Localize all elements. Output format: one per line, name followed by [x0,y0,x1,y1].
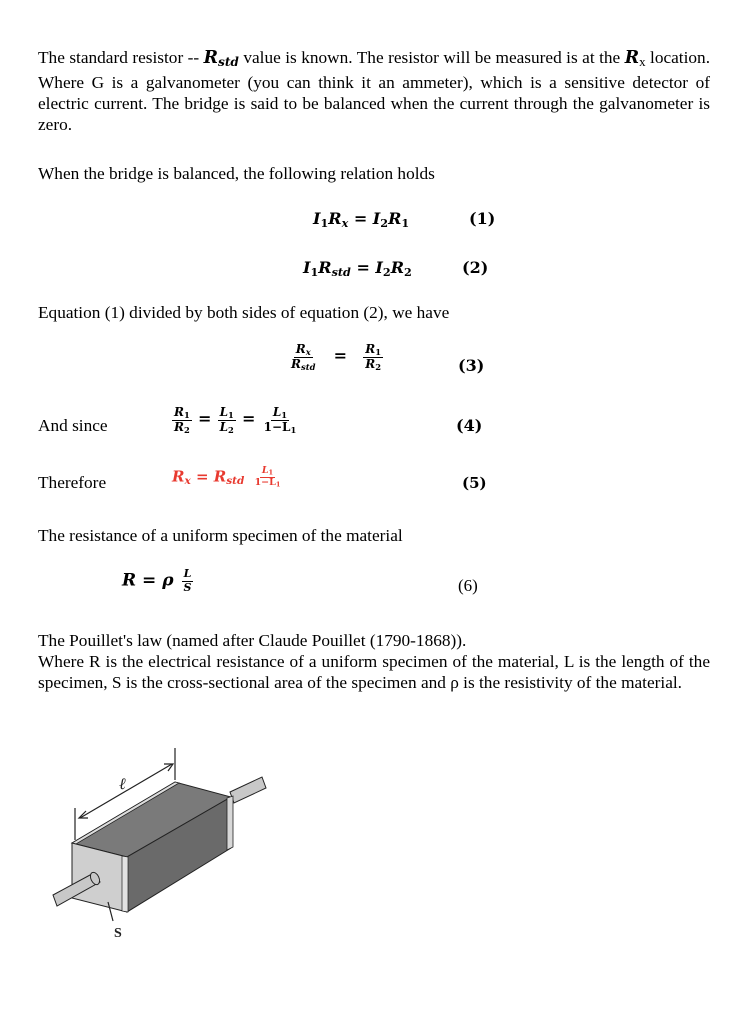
equation-6: R = ρ LS [122,567,194,594]
therefore-label: Therefore [38,473,107,492]
equation-5: Rx = Rstd L1 1−L1 [172,465,281,489]
and-since-label: And since [38,416,108,435]
fraction-r1-over-r2: R1 R2 [363,342,384,372]
length-label: ℓ [119,774,126,793]
fraction-rx-over-rstd: Rx Rstd [291,342,316,372]
equation-3: Rx Rstd = R1 R2 [291,342,384,372]
intro-text-1: The standard resistor -- [38,48,204,67]
division-text: Equation (1) divided by both sides of eq… [38,303,450,322]
pouillet-law-description: Where R is the electrical resistance of … [38,652,710,692]
equation-6-number: (6) [458,576,478,595]
intro-paragraph: The standard resistor -- Rstd value is k… [38,47,710,135]
resistor-specimen-figure: ℓ S [52,748,267,941]
resistance-text: The resistance of a uniform specimen of … [38,526,403,545]
balanced-text: When the bridge is balanced, the followi… [38,164,435,183]
intro-text-2: value is known. The resistor will be mea… [238,48,625,67]
equation-1-number: (1) [469,209,496,228]
equation-4: R1 R2 = L1 L2 = L1 1−L1 [172,405,297,435]
rstd-symbol: Rstd [203,48,239,70]
area-label: S [114,926,122,941]
equation-2-number: (2) [462,258,489,277]
equation-5-number: (5) [462,474,487,492]
equation-2: I1Rstd = I2R2 [303,258,412,279]
pouillet-law-title: The Pouillet's law (named after Claude P… [38,631,467,650]
rx-symbol: Rx [624,48,646,69]
equation-3-number: (3) [458,356,485,375]
equation-4-number: (4) [456,416,483,435]
equation-1: I1Rx = I2R1 [313,209,410,230]
wire-right [229,776,267,804]
